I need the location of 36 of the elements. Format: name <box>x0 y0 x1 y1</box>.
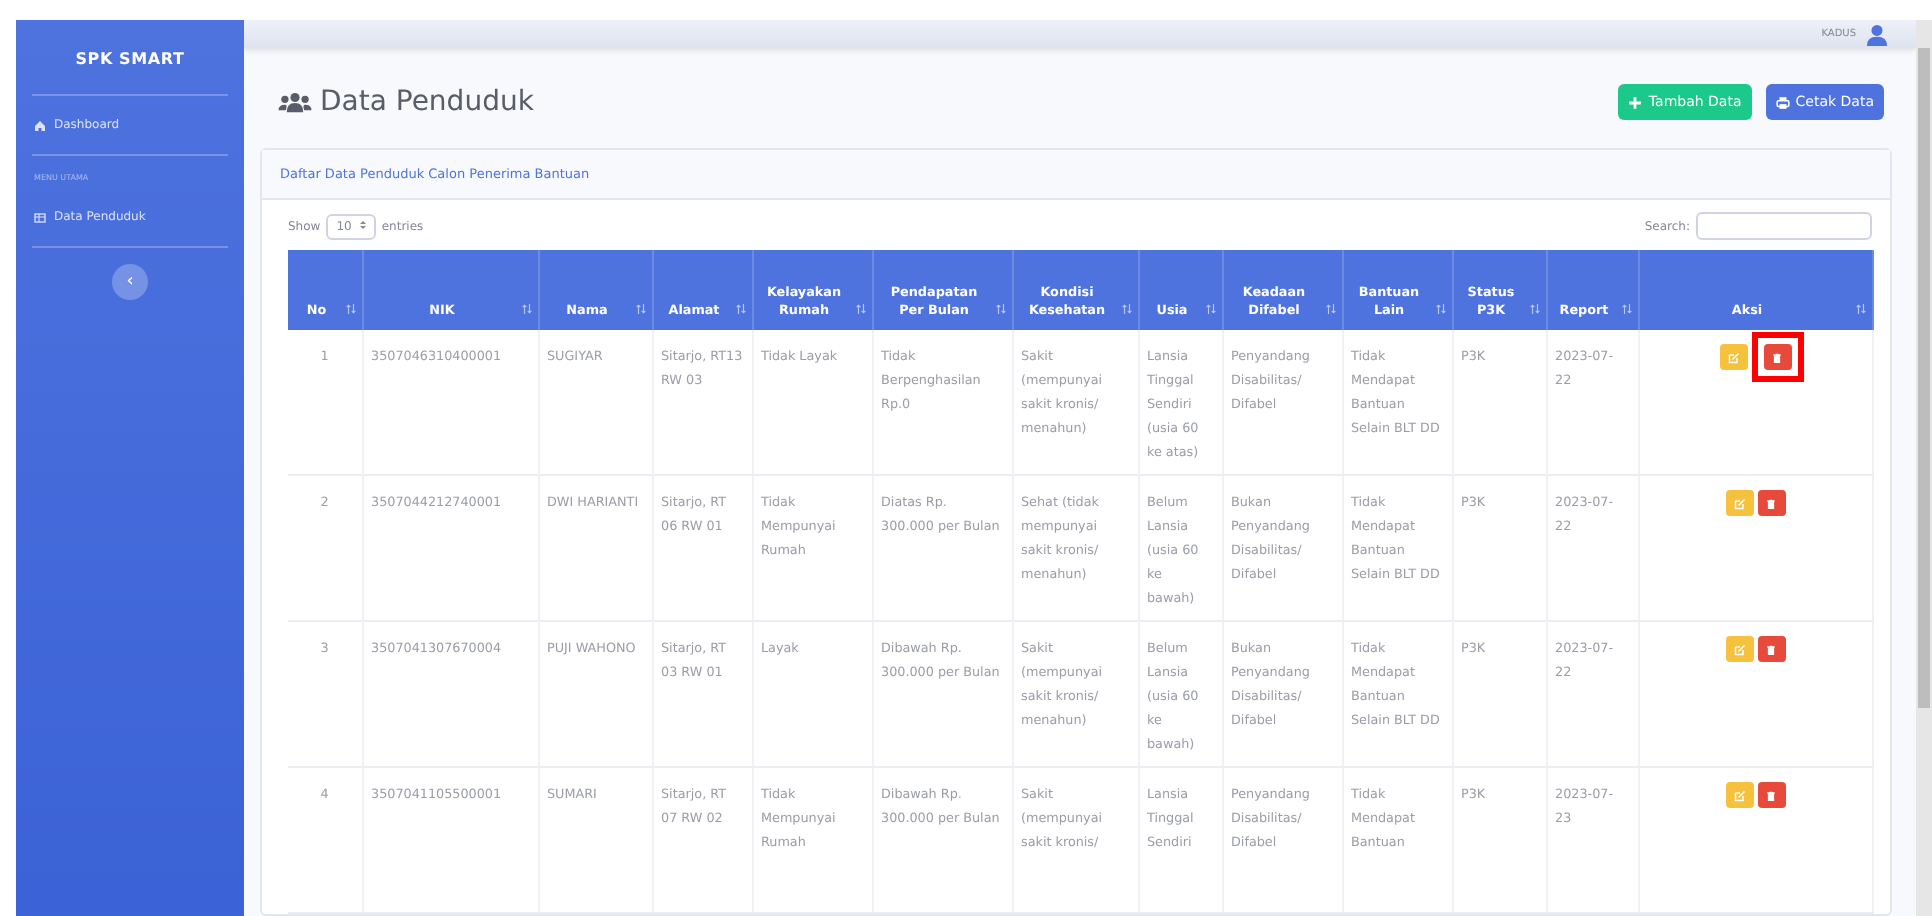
trash-icon <box>1766 789 1776 801</box>
edit-icon <box>1733 497 1745 509</box>
sort-icon <box>735 304 745 314</box>
users-icon <box>278 91 312 113</box>
sort-icon <box>1855 304 1865 314</box>
sort-icon <box>1621 304 1631 314</box>
sort-icon <box>1529 304 1539 314</box>
trash-icon <box>1766 643 1776 655</box>
plus-icon <box>1628 95 1643 109</box>
edit-icon <box>1733 643 1745 655</box>
trash-icon <box>1772 351 1782 363</box>
edit-icon <box>1727 351 1739 363</box>
sort-icon <box>995 304 1005 314</box>
table-icon <box>34 211 46 223</box>
delete-button[interactable] <box>1763 344 1791 370</box>
home-icon <box>34 119 46 131</box>
sort-icon <box>1435 304 1445 314</box>
delete-button[interactable] <box>1757 636 1785 662</box>
delete-button[interactable] <box>1757 782 1785 808</box>
printer-icon <box>1775 95 1790 109</box>
sort-icon <box>635 304 645 314</box>
sidebar-toggle-button[interactable]: ‹ <box>112 264 148 300</box>
page-title: Data Penduduk <box>320 86 534 118</box>
sort-caret-icon <box>359 219 366 229</box>
delete-button[interactable] <box>1757 490 1785 516</box>
sort-icon <box>345 304 355 314</box>
search-field[interactable] <box>1696 212 1872 240</box>
sort-icon <box>1325 304 1335 314</box>
user-icon[interactable] <box>1866 23 1888 45</box>
sort-icon <box>1121 304 1131 314</box>
brand-title: SPK SMART <box>73 48 187 72</box>
edit-icon <box>1733 789 1745 801</box>
sort-icon <box>1205 304 1215 314</box>
sort-icon <box>521 304 531 314</box>
sort-icon <box>855 304 865 314</box>
trash-icon <box>1766 497 1776 509</box>
